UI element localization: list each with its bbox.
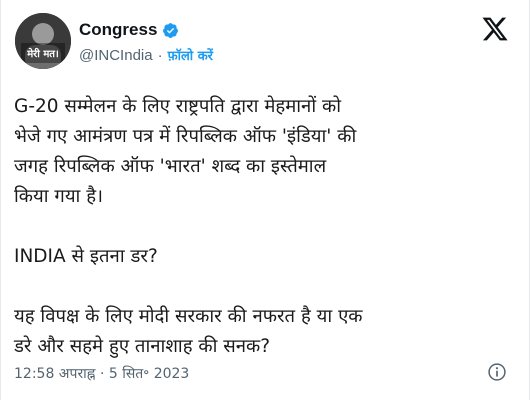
tweet-line: INDIA से इतना डर? [14, 246, 158, 267]
tweet-card: मेरी मत। Congress @INCIndia · फ़ॉलो करें… [0, 0, 530, 400]
tweet-line: G-20 सम्मेलन के लिए राष्ट्रपति द्वारा मे… [14, 96, 341, 117]
name-row: Congress [79, 20, 179, 40]
tweet-line: भेजे गए आमंत्रण पत्र में रिपब्लिक ऑफ 'इं… [14, 126, 357, 147]
handle-row: @INCIndia · फ़ॉलो करें [79, 46, 213, 65]
separator-dot: · [157, 46, 163, 64]
verified-badge-icon [163, 22, 179, 38]
handle[interactable]: @INCIndia [79, 47, 153, 64]
tweet-text: G-20 सम्मेलन के लिए राष्ट्रपति द्वारा मे… [14, 92, 519, 362]
x-logo-icon[interactable] [481, 15, 509, 43]
display-name[interactable]: Congress [79, 20, 157, 40]
avatar[interactable]: मेरी मत। [15, 13, 71, 69]
tweet-line: जगह रिपब्लिक ऑफ 'भारत' शब्द का इस्तेमाल [14, 156, 327, 177]
info-icon[interactable] [487, 362, 507, 382]
avatar-text: मेरी मत। [26, 47, 59, 60]
tweet-line: डरे और सहमे हुए तानाशाह की सनक? [14, 336, 271, 357]
tweet-line: यह विपक्ष के लिए मोदी सरकार की नफरत है य… [14, 306, 363, 327]
timestamp[interactable]: 12:58 अपराह्न · 5 सित॰ 2023 [14, 364, 189, 383]
avatar-image: मेरी मत। [15, 13, 71, 69]
tweet-line: किया गया है। [14, 186, 104, 207]
follow-button[interactable]: फ़ॉलो करें [168, 46, 213, 64]
